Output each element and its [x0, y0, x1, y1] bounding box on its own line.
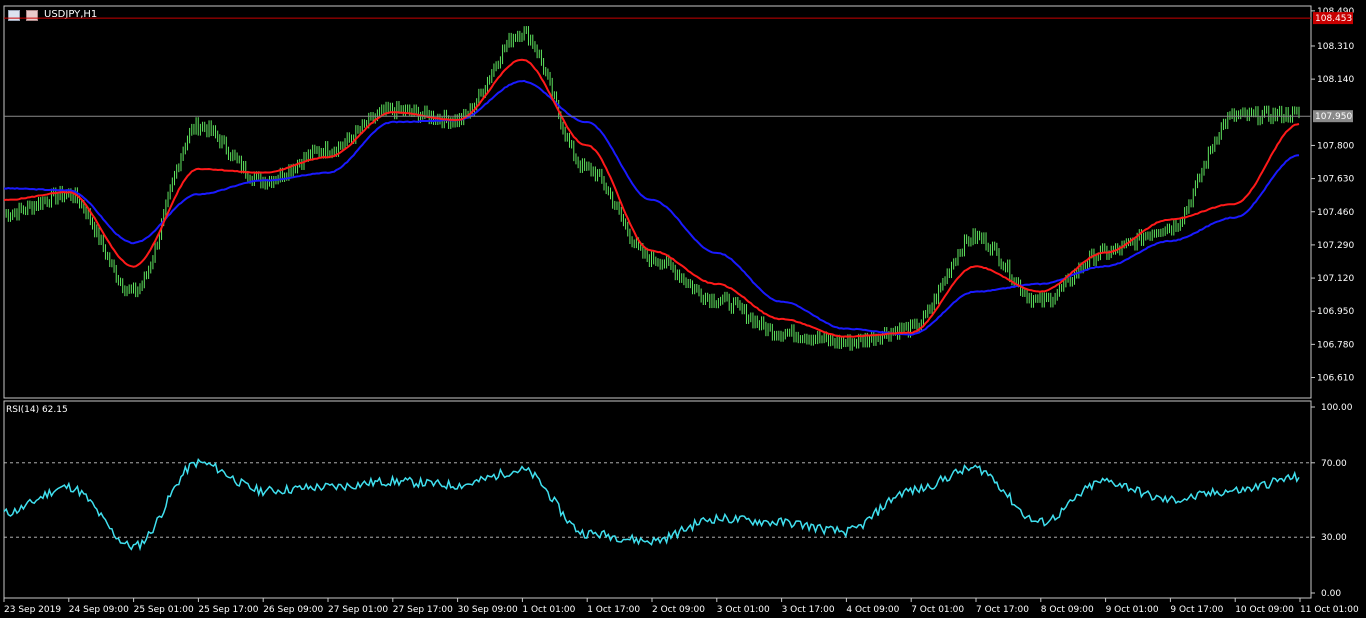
- price-axis-label: 107.800: [1317, 141, 1354, 151]
- time-axis-label: 23 Sep 2019: [4, 605, 61, 615]
- candles: [5, 26, 1300, 351]
- bid-price-label: 107.950: [1315, 112, 1352, 122]
- price-axis-label: 106.780: [1317, 340, 1354, 350]
- rsi-axis-label: 100.00: [1321, 403, 1353, 413]
- rsi-axis-label: 70.00: [1321, 459, 1347, 469]
- time-axis-label: 10 Oct 09:00: [1235, 605, 1294, 615]
- price-axis-label: 108.140: [1317, 75, 1354, 85]
- price-axis-label: 106.950: [1317, 307, 1354, 317]
- price-chart[interactable]: 108.490108.310108.140107.800107.630107.4…: [0, 0, 1366, 618]
- rsi-pane-frame: [3, 400, 1312, 599]
- price-axis-label: 107.120: [1317, 274, 1354, 284]
- time-axis-label: 1 Oct 01:00: [522, 605, 575, 615]
- price-axis-label: 107.630: [1317, 175, 1354, 185]
- time-axis-label: 7 Oct 17:00: [976, 605, 1029, 615]
- time-axis-label: 9 Oct 17:00: [1170, 605, 1223, 615]
- time-axis-label: 26 Sep 09:00: [263, 605, 323, 615]
- time-axis-label: 4 Oct 09:00: [846, 605, 899, 615]
- price-axis-label: 106.610: [1317, 374, 1354, 384]
- ask-price-label: 108.453: [1315, 14, 1352, 24]
- rsi-axis-label: 0.00: [1321, 589, 1341, 599]
- price-axis-label: 108.310: [1317, 42, 1354, 52]
- time-axis-label: 3 Oct 17:00: [782, 605, 835, 615]
- time-axis-label: 9 Oct 01:00: [1106, 605, 1159, 615]
- time-axis-label: 30 Sep 09:00: [458, 605, 518, 615]
- time-axis-label: 24 Sep 09:00: [69, 605, 129, 615]
- ma-fast-line: [3, 58, 1300, 338]
- time-axis-label: 1 Oct 17:00: [587, 605, 640, 615]
- price-axis-label: 107.460: [1317, 208, 1354, 218]
- time-axis-label: 11 Oct 01:00: [1300, 605, 1359, 615]
- time-axis-label: 7 Oct 01:00: [911, 605, 964, 615]
- time-axis-label: 27 Sep 01:00: [328, 605, 388, 615]
- time-axis-label: 2 Oct 09:00: [652, 605, 705, 615]
- time-axis-label: 25 Sep 01:00: [134, 605, 194, 615]
- chart-window: USDJPY,H1 RSI(14) 62.15 108.490 108.310 10…: [0, 0, 1366, 618]
- rsi-line: [3, 457, 1300, 552]
- rsi-axis-label: 30.00: [1321, 533, 1347, 543]
- time-axis-label: 27 Sep 17:00: [393, 605, 453, 615]
- time-axis-label: 3 Oct 01:00: [717, 605, 770, 615]
- time-axis-label: 25 Sep 17:00: [198, 605, 258, 615]
- time-axis-label: 8 Oct 09:00: [1041, 605, 1094, 615]
- price-axis-label: 107.290: [1317, 241, 1354, 251]
